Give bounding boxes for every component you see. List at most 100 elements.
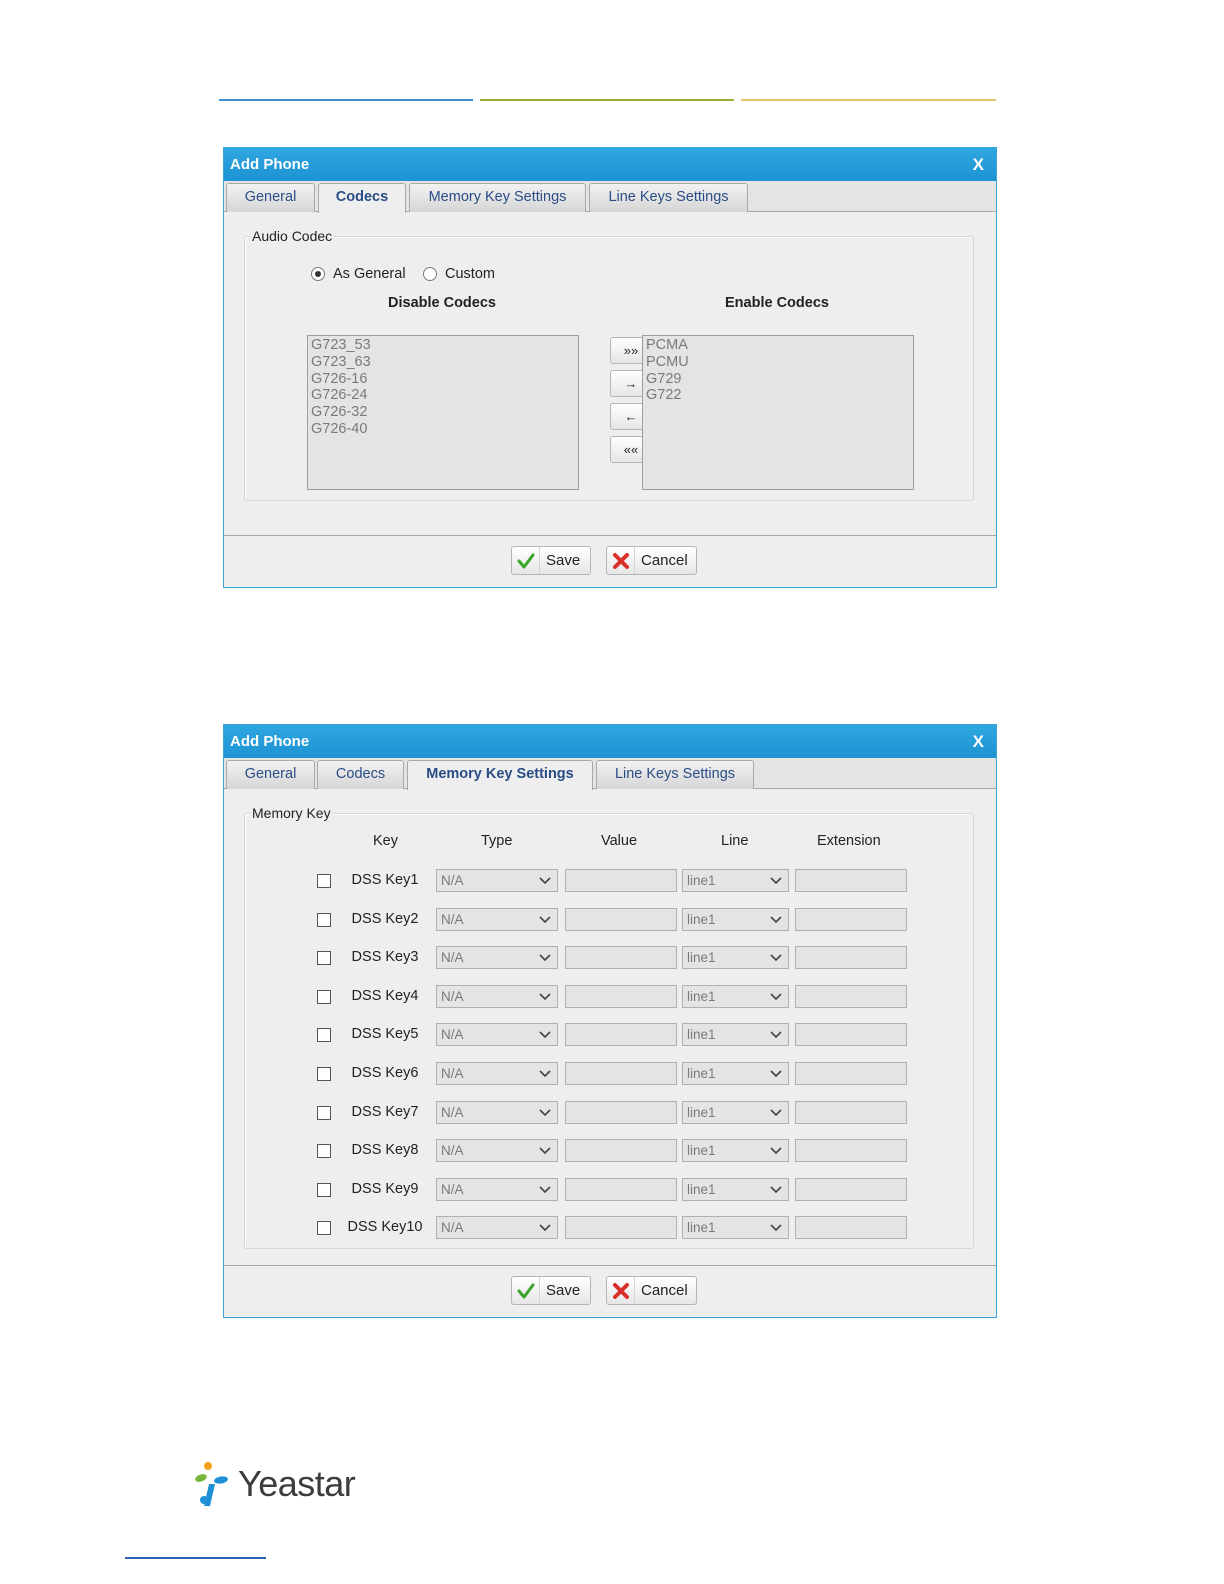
row-checkbox[interactable] <box>317 1144 331 1159</box>
value-input[interactable] <box>565 907 677 931</box>
line-select[interactable]: line1 <box>682 907 789 931</box>
extension-input[interactable] <box>795 1062 907 1085</box>
row-checkbox[interactable] <box>317 951 331 966</box>
disable-codecs-list[interactable]: G723_53 G723_63 G726-16 G726-24 G726-32 … <box>307 335 579 490</box>
list-item[interactable]: G726-32 <box>311 404 575 421</box>
radio-as-general-option[interactable]: As General <box>311 266 406 282</box>
key-name: DSS Key10 <box>347 1219 423 1236</box>
radio-as-general[interactable] <box>311 267 325 281</box>
line-select-value: line1 <box>687 1104 716 1120</box>
list-item[interactable]: PCMA <box>646 337 910 354</box>
type-select[interactable]: N/A <box>436 1139 558 1163</box>
line-select[interactable]: line1 <box>682 1177 789 1201</box>
list-item[interactable]: G726-16 <box>311 371 575 388</box>
line-select[interactable]: line1 <box>682 1023 789 1047</box>
type-select[interactable]: N/A <box>436 1100 558 1124</box>
type-select-value: N/A <box>441 1181 464 1197</box>
value-input[interactable] <box>565 1139 677 1163</box>
type-select[interactable]: N/A <box>436 1023 558 1047</box>
value-input[interactable] <box>565 1023 677 1047</box>
close-button[interactable]: X <box>973 725 984 758</box>
key-name: DSS Key8 <box>351 1142 419 1159</box>
logo-text: Yeastar <box>238 1463 356 1504</box>
tab-general[interactable]: General <box>226 183 315 212</box>
key-name: DSS Key4 <box>351 987 419 1004</box>
type-select[interactable]: N/A <box>436 1062 558 1085</box>
chevron-down-icon <box>539 993 551 1000</box>
cancel-label: Cancel <box>641 1282 688 1299</box>
tab-general[interactable]: General <box>226 760 315 789</box>
type-select[interactable]: N/A <box>436 984 558 1008</box>
extension-input[interactable] <box>795 907 907 931</box>
list-item[interactable]: G722 <box>646 387 910 404</box>
row-checkbox[interactable] <box>317 1105 331 1120</box>
chevron-down-icon <box>770 877 782 885</box>
row-checkbox[interactable] <box>317 912 331 927</box>
extension-input[interactable] <box>795 1139 907 1163</box>
line-select[interactable]: line1 <box>682 1139 789 1163</box>
type-select[interactable]: N/A <box>436 946 558 970</box>
value-input[interactable] <box>565 984 677 1008</box>
value-input[interactable] <box>565 1216 677 1240</box>
list-item[interactable]: PCMU <box>646 354 910 371</box>
tab-line-keys-settings[interactable]: Line Keys Settings <box>596 760 754 789</box>
type-select[interactable]: N/A <box>436 869 558 892</box>
tab-line-keys-settings[interactable]: Line Keys Settings <box>589 183 748 212</box>
row-checkbox[interactable] <box>317 874 331 888</box>
save-button[interactable]: Save <box>511 546 591 575</box>
list-item[interactable]: G729 <box>646 371 910 388</box>
extension-input[interactable] <box>795 1177 907 1201</box>
chevron-down-icon <box>539 916 551 923</box>
line-select-value: line1 <box>687 1143 716 1159</box>
list-item[interactable]: G726-40 <box>311 421 575 438</box>
tab-codecs[interactable]: Codecs <box>317 760 404 789</box>
list-item[interactable]: G723_63 <box>311 354 575 371</box>
row-checkbox[interactable] <box>317 1182 331 1197</box>
chevron-down-icon <box>539 1224 551 1232</box>
type-select[interactable]: N/A <box>436 907 558 931</box>
row-checkbox[interactable] <box>317 1067 331 1081</box>
tab-codecs[interactable]: Codecs <box>318 183 406 213</box>
line-select[interactable]: line1 <box>682 1062 789 1085</box>
tab-memory-key-settings[interactable]: Memory Key Settings <box>409 183 586 212</box>
line-select-value: line1 <box>687 988 716 1004</box>
extension-input[interactable] <box>795 1100 907 1124</box>
key-name: DSS Key5 <box>351 1026 419 1043</box>
extension-input[interactable] <box>795 984 907 1008</box>
line-select[interactable]: line1 <box>682 946 789 970</box>
close-button[interactable]: X <box>973 148 984 181</box>
radio-custom-option[interactable]: Custom <box>423 266 495 282</box>
value-input[interactable] <box>565 869 677 892</box>
type-select-value: N/A <box>441 1066 464 1081</box>
row-checkbox[interactable] <box>317 1028 331 1043</box>
line-select[interactable]: line1 <box>682 984 789 1008</box>
radio-custom[interactable] <box>423 267 437 281</box>
value-input[interactable] <box>565 946 677 970</box>
line-select[interactable]: line1 <box>682 1216 789 1240</box>
enable-codecs-list[interactable]: PCMA PCMU G729 G722 <box>642 335 914 490</box>
type-select[interactable]: N/A <box>436 1177 558 1201</box>
extension-input[interactable] <box>795 869 907 892</box>
value-input[interactable] <box>565 1100 677 1124</box>
dialog-titlebar: Add Phone X <box>224 725 996 758</box>
list-item[interactable]: G726-24 <box>311 387 575 404</box>
value-input[interactable] <box>565 1062 677 1085</box>
value-input[interactable] <box>565 1177 677 1201</box>
line-select[interactable]: line1 <box>682 869 789 892</box>
extension-input[interactable] <box>795 1216 907 1240</box>
list-item[interactable]: G723_53 <box>311 337 575 354</box>
extension-input[interactable] <box>795 946 907 970</box>
tab-memory-key-settings[interactable]: Memory Key Settings <box>407 760 593 790</box>
type-select-value: N/A <box>441 950 464 966</box>
chevron-down-icon <box>770 1031 782 1039</box>
line-select[interactable]: line1 <box>682 1100 789 1124</box>
row-checkbox[interactable] <box>317 989 331 1004</box>
key-name: DSS Key6 <box>351 1065 419 1081</box>
type-select[interactable]: N/A <box>436 1216 558 1240</box>
cancel-button[interactable]: Cancel <box>606 546 697 575</box>
save-button[interactable]: Save <box>511 1276 591 1305</box>
save-label: Save <box>546 552 581 569</box>
extension-input[interactable] <box>795 1023 907 1047</box>
cancel-button[interactable]: Cancel <box>606 1276 697 1305</box>
row-checkbox[interactable] <box>317 1221 331 1236</box>
